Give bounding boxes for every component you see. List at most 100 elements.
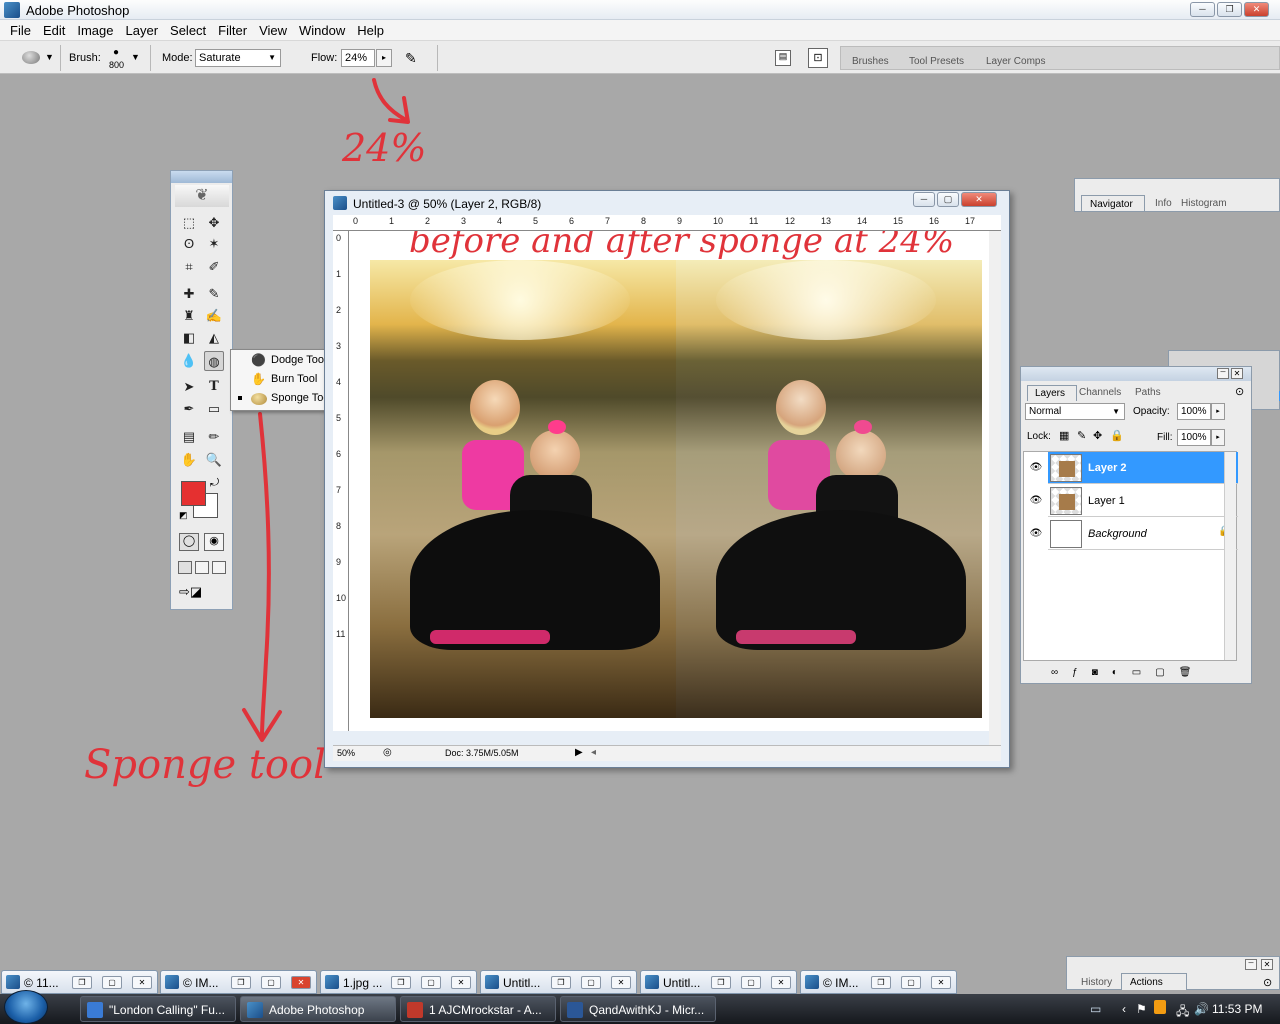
close-button[interactable]: ✕: [1244, 2, 1269, 17]
taskbar-button-browser[interactable]: "London Calling" Fu...: [80, 996, 236, 1022]
restore-button[interactable]: ❐: [231, 976, 251, 989]
menu-help[interactable]: Help: [351, 23, 390, 38]
adjustment-layer-icon[interactable]: ◐: [1112, 667, 1118, 681]
move-tool-icon[interactable]: ✥: [204, 213, 224, 233]
brush-dropdown-icon[interactable]: ▼: [131, 52, 140, 62]
rectangle-tool-icon[interactable]: ▭: [204, 399, 224, 419]
standard-mode-icon[interactable]: ◯: [179, 533, 199, 551]
paint-bucket-icon[interactable]: ◭: [204, 328, 224, 348]
close-button[interactable]: ✕: [611, 976, 631, 989]
blend-mode-select[interactable]: Normal ▼: [1025, 403, 1125, 420]
layer-style-icon[interactable]: ƒ: [1072, 667, 1078, 681]
zoom-level[interactable]: 50%: [337, 748, 355, 758]
layer-row-layer-1[interactable]: Layer 1: [1048, 485, 1238, 517]
tab-tool-presets[interactable]: Tool Presets: [909, 56, 964, 67]
foreground-color-swatch[interactable]: [181, 481, 206, 506]
airbrush-icon[interactable]: ✎: [405, 50, 427, 66]
tab-paths[interactable]: Paths: [1135, 387, 1161, 398]
opacity-input[interactable]: 100%: [1177, 403, 1211, 420]
panel-minimize-button[interactable]: ─: [1217, 368, 1229, 379]
tab-navigator[interactable]: Navigator: [1081, 195, 1145, 211]
visibility-eye-icon[interactable]: 👁: [1028, 462, 1044, 474]
close-button[interactable]: ✕: [451, 976, 471, 989]
maximize-button[interactable]: ▢: [901, 976, 921, 989]
maximize-button[interactable]: ▢: [421, 976, 441, 989]
mode-select[interactable]: Saturate ▼: [195, 49, 281, 67]
zoom-tool-icon[interactable]: 🔍: [204, 450, 224, 470]
file-browser-icon[interactable]: ▤: [775, 50, 791, 66]
screen-mode-full-menu-icon[interactable]: [195, 561, 209, 574]
lock-position-icon[interactable]: ✥: [1093, 429, 1102, 442]
lock-transparency-icon[interactable]: ▦: [1059, 429, 1069, 442]
flow-input[interactable]: 24%: [341, 49, 375, 67]
tray-update-icon[interactable]: [1154, 1000, 1166, 1014]
visibility-eye-icon[interactable]: 👁: [1028, 528, 1044, 540]
slice-tool-icon[interactable]: ✐: [204, 257, 224, 277]
minimized-window[interactable]: Untitl... ❐ ▢ ✕: [480, 970, 637, 994]
fill-slider-button[interactable]: ▸: [1211, 429, 1225, 446]
menu-image[interactable]: Image: [71, 23, 119, 38]
pen-tool-icon[interactable]: ✒: [179, 399, 199, 419]
toolbox-titlebar[interactable]: [171, 171, 232, 183]
type-tool-icon[interactable]: T: [204, 377, 224, 397]
marquee-tool-icon[interactable]: ⬚: [179, 213, 199, 233]
menu-view[interactable]: View: [253, 23, 293, 38]
panel-menu-icon[interactable]: ⊙: [1263, 976, 1272, 989]
maximize-button[interactable]: ▢: [102, 976, 122, 989]
minimized-window[interactable]: © IM... ❐ ▢ ✕: [800, 970, 957, 994]
taskbar-clock[interactable]: 11:53 PM: [1212, 1002, 1262, 1016]
panel-menu-icon[interactable]: ⊙: [1235, 385, 1244, 398]
screen-mode-standard-icon[interactable]: [178, 561, 192, 574]
new-layer-icon[interactable]: ▢: [1155, 667, 1164, 681]
close-button[interactable]: ✕: [291, 976, 311, 989]
panel-minimize-button[interactable]: ─: [1245, 959, 1257, 970]
start-button[interactable]: [4, 990, 48, 1024]
doc-maximize-button[interactable]: ▢: [937, 192, 959, 207]
taskbar-button-mail[interactable]: 1 AJCMrockstar - A...: [400, 996, 556, 1022]
panel-close-button[interactable]: ✕: [1231, 368, 1243, 379]
tray-app-icon[interactable]: ⚑: [1136, 1002, 1147, 1016]
crop-tool-icon[interactable]: ⌗: [179, 257, 199, 277]
eyedropper-icon[interactable]: ✏: [204, 427, 224, 447]
tab-brushes[interactable]: Brushes: [852, 56, 889, 67]
tab-layer-comps[interactable]: Layer Comps: [986, 56, 1045, 67]
menu-file[interactable]: File: [4, 23, 37, 38]
link-layers-icon[interactable]: ∞: [1051, 667, 1058, 681]
eraser-tool-icon[interactable]: ◧: [179, 328, 199, 348]
visibility-eye-icon[interactable]: 👁: [1028, 495, 1044, 507]
notification-expand-icon[interactable]: ‹: [1122, 1002, 1126, 1016]
maximize-button[interactable]: ▢: [261, 976, 281, 989]
volume-icon[interactable]: 🔊: [1194, 1002, 1209, 1016]
feather-icon[interactable]: ❦: [175, 185, 229, 207]
lasso-tool-icon[interactable]: ʘ: [179, 234, 199, 254]
network-icon[interactable]: 🖧: [1176, 1002, 1189, 1023]
minimized-window[interactable]: Untitl... ❐ ▢ ✕: [640, 970, 797, 994]
magic-wand-icon[interactable]: ✶: [204, 234, 224, 254]
menu-layer[interactable]: Layer: [120, 23, 165, 38]
palette-well-toggle-icon[interactable]: ⊡: [808, 48, 828, 68]
jump-to-imageready-icon[interactable]: ⇨◪: [179, 584, 225, 602]
menu-window[interactable]: Window: [293, 23, 351, 38]
panel-close-button[interactable]: ✕: [1261, 959, 1273, 970]
restore-button[interactable]: ❐: [711, 976, 731, 989]
maximize-button[interactable]: ▢: [741, 976, 761, 989]
layer-row-layer-2[interactable]: Layer 2: [1048, 452, 1238, 484]
menu-select[interactable]: Select: [164, 23, 212, 38]
doc-close-button[interactable]: ✕: [961, 192, 997, 207]
status-menu-arrow-icon[interactable]: ▶: [575, 747, 583, 758]
healing-brush-icon[interactable]: ✚: [179, 284, 199, 304]
image-canvas[interactable]: before and after sponge at 24%: [349, 231, 989, 731]
brush-tool-icon[interactable]: ✎: [204, 284, 224, 304]
tab-layers[interactable]: Layers: [1027, 385, 1077, 401]
screen-mode-full-icon[interactable]: [212, 561, 226, 574]
close-button[interactable]: ✕: [931, 976, 951, 989]
taskbar-button-photoshop[interactable]: Adobe Photoshop: [240, 996, 396, 1022]
add-mask-icon[interactable]: ◙: [1092, 667, 1098, 681]
swap-colors-icon[interactable]: ⤾: [210, 477, 219, 490]
restore-button[interactable]: ❐: [391, 976, 411, 989]
default-colors-icon[interactable]: ◩: [179, 510, 188, 521]
close-button[interactable]: ✕: [132, 976, 152, 989]
layer-row-background[interactable]: Background 🔒: [1048, 518, 1238, 550]
scroll-left-icon[interactable]: ◂: [591, 747, 596, 758]
preset-dropdown-icon[interactable]: ▼: [45, 52, 54, 62]
